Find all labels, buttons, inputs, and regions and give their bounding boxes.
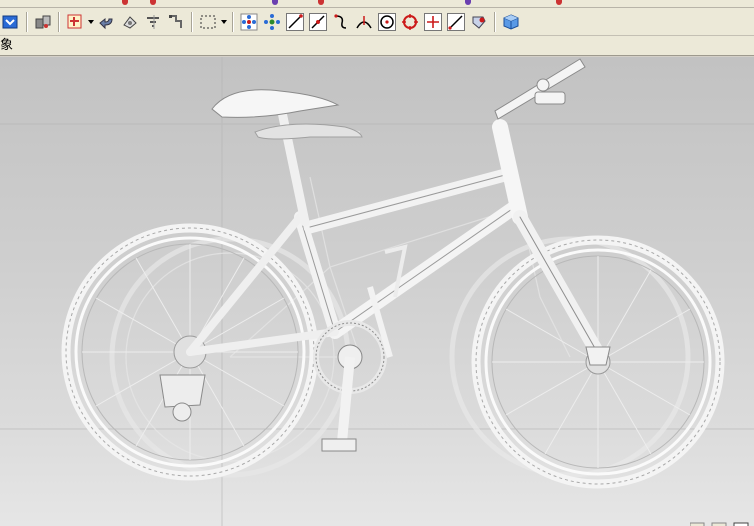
view-dropdown-icon <box>2 15 18 28</box>
render-style-button[interactable] <box>32 11 54 33</box>
menu-strip <box>0 0 754 8</box>
sphere-button[interactable] <box>468 11 490 33</box>
menu-marker-purple <box>272 0 278 5</box>
toolbar-separator <box>232 11 233 32</box>
toolbar-separator <box>494 11 495 32</box>
toolbar-separator <box>26 11 27 32</box>
tab-label[interactable]: 象 <box>0 38 13 54</box>
circle-target-button[interactable] <box>399 11 421 33</box>
diagonal-line-button[interactable] <box>445 11 467 33</box>
rear-derailleur <box>159 374 206 422</box>
point-constructor-icon <box>240 13 258 30</box>
line-arrow-button[interactable] <box>307 11 329 33</box>
view-dropdown-button[interactable] <box>0 11 22 33</box>
arc-icon <box>334 13 347 29</box>
select-filter-icon <box>147 14 159 29</box>
toolbar-separator <box>191 11 192 32</box>
render-style-icon <box>35 15 51 28</box>
point-set-button[interactable] <box>261 11 283 33</box>
cube-button[interactable] <box>500 11 522 33</box>
menu-marker-purple <box>465 0 471 5</box>
handlebar <box>494 58 586 120</box>
chevron-down-icon <box>220 19 227 24</box>
main-toolbar <box>0 8 754 36</box>
fillet-button[interactable] <box>353 11 375 33</box>
move-handles-icon <box>169 14 182 28</box>
plus-point-icon <box>424 12 442 31</box>
snap-point-icon <box>67 14 82 28</box>
point-set-icon <box>264 13 280 30</box>
selection-box-dropdown[interactable] <box>220 11 227 33</box>
fillet-icon <box>356 15 372 28</box>
menu-marker-red <box>122 0 128 5</box>
menu-marker-red <box>150 0 156 5</box>
fork-dropout <box>585 346 611 366</box>
tab-bar: 象 <box>0 36 754 56</box>
graphics-viewport[interactable] <box>0 57 754 526</box>
status-corner <box>689 516 754 526</box>
circle-button[interactable] <box>376 11 398 33</box>
arc-button[interactable] <box>330 11 352 33</box>
undo-button[interactable] <box>96 11 118 33</box>
circle-icon <box>378 12 396 31</box>
undo-arrow-icon <box>99 17 113 29</box>
menu-marker-red <box>556 0 562 5</box>
line-button[interactable] <box>284 11 306 33</box>
toolbar-separator <box>58 11 59 32</box>
chevron-down-icon <box>87 19 94 24</box>
circle-target-icon <box>402 13 418 30</box>
selection-box-button[interactable] <box>197 11 219 33</box>
sphere-icon <box>472 16 486 29</box>
saddle <box>211 89 340 118</box>
line-icon <box>286 12 304 31</box>
point-constructor-button[interactable] <box>238 11 260 33</box>
snap-point-dropdown[interactable] <box>87 11 94 33</box>
diagonal-line-icon <box>447 12 465 31</box>
view-orient-button[interactable] <box>119 11 141 33</box>
selection-box-icon <box>200 15 216 28</box>
menu-marker-red <box>318 0 324 5</box>
saddle-ghost <box>254 123 363 140</box>
snap-point-button[interactable] <box>64 11 86 33</box>
select-filter-button[interactable] <box>142 11 164 33</box>
plus-point-button[interactable] <box>422 11 444 33</box>
bike-frame <box>186 107 607 364</box>
view-orient-icon <box>123 15 137 29</box>
line-arrow-icon <box>309 12 327 31</box>
move-handles-button[interactable] <box>165 11 187 33</box>
cube-icon <box>503 13 519 30</box>
status-icons <box>689 522 749 526</box>
bicycle-model <box>0 57 754 526</box>
viewport-grid <box>0 57 754 526</box>
ghost-bike <box>109 123 691 478</box>
